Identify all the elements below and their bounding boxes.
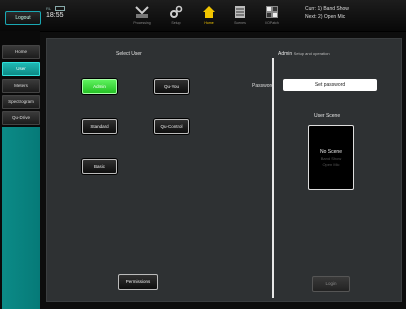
tab-io-patch[interactable]: I/OPatch <box>259 5 285 31</box>
set-password-field[interactable]: Set password <box>283 79 377 91</box>
tab-home[interactable]: Home <box>196 5 222 31</box>
scenes-icon <box>233 5 247 19</box>
sidebar-item-qu-drive[interactable]: Qu-Drive <box>2 111 40 125</box>
tab-setup[interactable]: Setup <box>163 5 189 31</box>
select-user-title: Select User <box>116 51 142 57</box>
sidebar-item-spectrogram[interactable]: Spectrogram <box>2 95 40 109</box>
password-label: Password <box>252 83 274 89</box>
user-qu-you-button[interactable]: Qu-You <box>154 79 189 94</box>
user-admin-button[interactable]: Admin <box>82 79 117 94</box>
home-icon <box>202 5 216 19</box>
user-standard-button[interactable]: Standard <box>82 119 117 134</box>
status-small-text: RL <box>46 6 52 11</box>
processing-icon <box>135 5 149 19</box>
setup-icon <box>169 5 183 19</box>
status-block: RL 18:55 <box>46 6 66 19</box>
next-scene: Next: 2) Open Mic <box>305 14 346 20</box>
patch-icon <box>265 5 279 19</box>
top-bar: Logout RL 18:55 Processing Setup Home Sc… <box>0 0 406 32</box>
user-basic-button[interactable]: Basic <box>82 159 117 174</box>
scene-current: No Scene <box>320 148 342 155</box>
battery-icon <box>55 6 66 11</box>
user-qu-control-button[interactable]: Qu-Control <box>154 119 189 134</box>
sidebar-item-home[interactable]: Home <box>2 45 40 59</box>
logout-button[interactable]: Logout <box>5 11 41 25</box>
admin-subtitle: Setup and operation <box>293 51 330 56</box>
sidebar-panel <box>2 127 40 309</box>
current-scene: Curr: 1) Band Show <box>305 6 349 12</box>
sidebar-item-meters[interactable]: Meters <box>2 79 40 93</box>
scene-option-band-show[interactable]: Band Show <box>321 156 341 161</box>
tab-processing[interactable]: Processing <box>129 5 155 31</box>
user-scene-title: User Scene <box>314 113 341 119</box>
scene-option-open-mic[interactable]: Open Mic <box>322 162 339 167</box>
login-button[interactable]: Login <box>312 276 350 292</box>
sidebar-item-user[interactable]: User <box>2 62 40 76</box>
admin-title: Admin Setup and operation <box>278 51 330 57</box>
clock: 18:55 <box>46 12 64 19</box>
sidebar: Home User Meters Spectrogram Qu-Drive <box>0 31 40 309</box>
vertical-divider <box>272 58 274 298</box>
user-scene-selector[interactable]: No Scene Band Show Open Mic <box>308 125 354 190</box>
scene-info: Curr: 1) Band Show Next: 2) Open Mic <box>305 5 349 21</box>
tab-scenes[interactable]: Scenes <box>227 5 253 31</box>
permissions-button[interactable]: Permissions <box>118 274 158 290</box>
